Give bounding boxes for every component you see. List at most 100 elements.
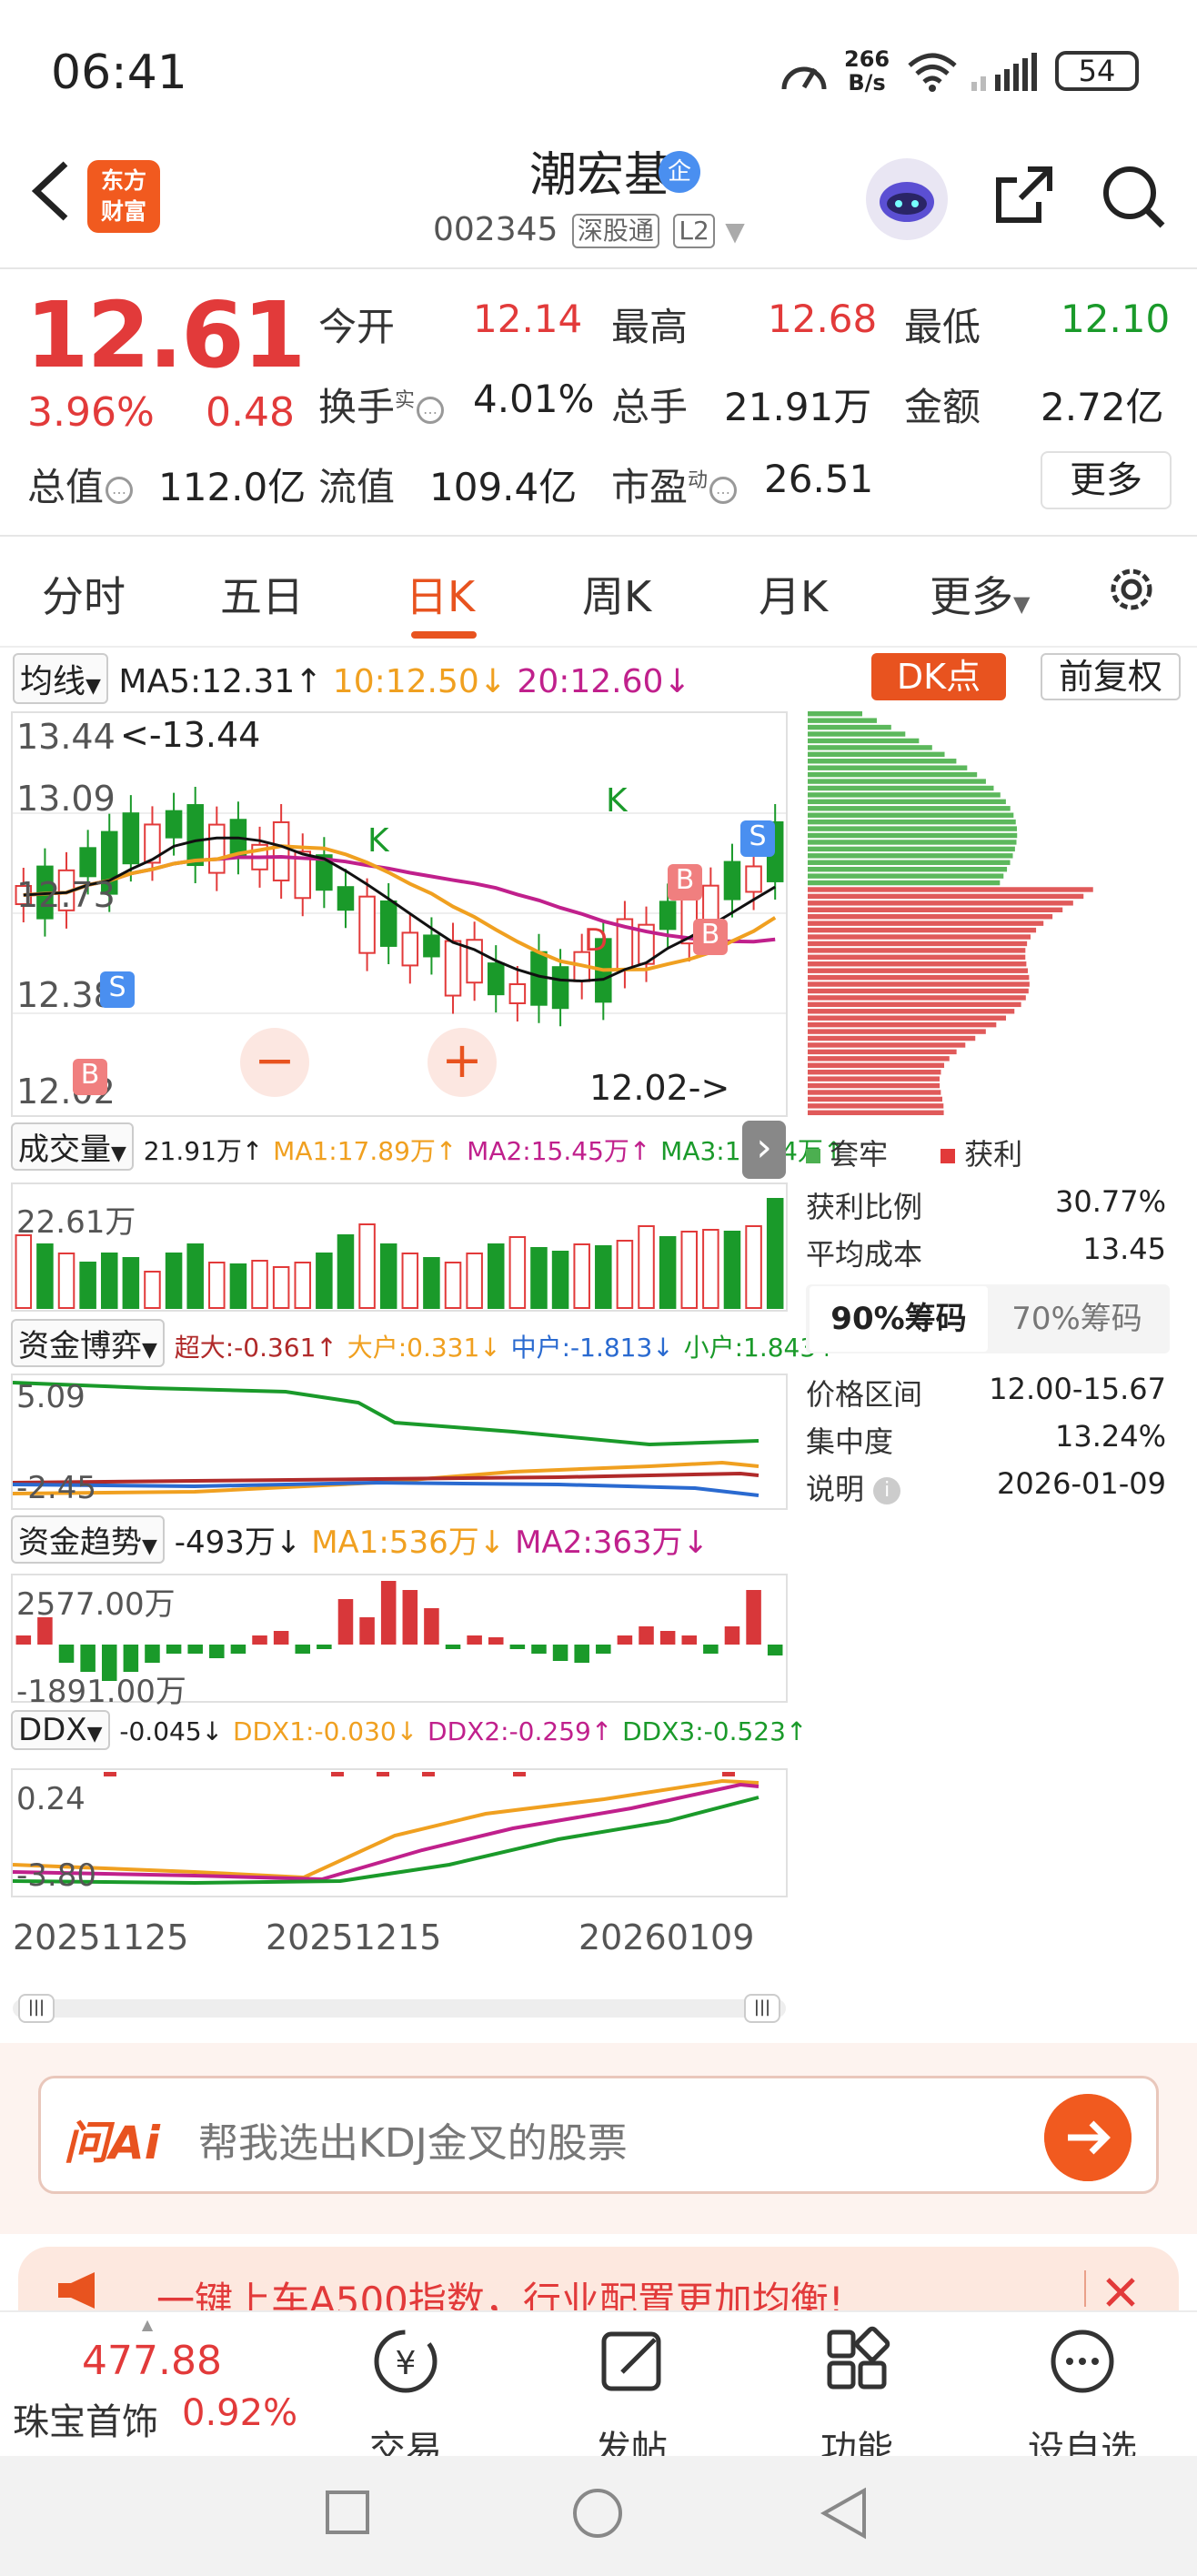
home-icon[interactable] <box>571 2487 624 2540</box>
volume-bar <box>100 1253 118 1309</box>
chevron-down-icon: ▼ <box>725 216 745 247</box>
chip-bar-trapped <box>808 860 1011 865</box>
fund-trend-bar <box>317 1645 332 1649</box>
forward-adjust-button[interactable]: 前复权 <box>1041 653 1181 700</box>
fund-trend-bar <box>724 1626 740 1645</box>
tab-five-day[interactable]: 五日 <box>220 564 304 624</box>
fund-trend-bar: 资金趋势▼ -493万↓ MA1:536万↓ MA2:363万↓ <box>11 1515 709 1564</box>
chip-bar-profit <box>808 1042 966 1048</box>
scroll-handle-left[interactable]: ||| <box>18 1994 55 2023</box>
post-edit-icon[interactable] <box>540 2321 722 2403</box>
fund-trend-chart: 2577.00万 -1891.00万 <box>11 1574 788 1710</box>
ai-robot-avatar[interactable] <box>866 158 948 240</box>
volume-bar <box>251 1260 268 1309</box>
avg-cost-value: 13.45 <box>1082 1232 1166 1266</box>
level2-tag: L2 <box>673 214 715 248</box>
tab-monthly-k[interactable]: 月K <box>759 564 828 624</box>
ddx3-value: DDX3:-0.523↑ <box>622 1716 808 1746</box>
ai-prompt-text[interactable]: 帮我选出KDJ金叉的股票 <box>198 2110 628 2168</box>
volume-bar <box>595 1245 612 1309</box>
signal-b[interactable]: B <box>73 1059 107 1095</box>
quote-divider <box>0 535 1197 537</box>
tab-intraday[interactable]: 分时 <box>42 564 126 624</box>
ma-bar: 均线▼ MA5:12.31↑ 10:12.50↓ 20:12.60↓ <box>13 653 691 704</box>
share-icon[interactable] <box>991 162 1057 227</box>
tab-chip-70[interactable]: 70%筹码 <box>988 1286 1166 1352</box>
turnover-label: 换手实… <box>318 377 446 432</box>
sector-name[interactable]: 珠宝首饰 <box>13 2392 158 2445</box>
fund-trend-bar <box>424 1608 439 1645</box>
signal-s[interactable]: S <box>740 820 775 857</box>
y-axis-2: 13.09 <box>16 779 116 819</box>
chip-bar-profit <box>808 1029 986 1034</box>
signal-s[interactable]: S <box>100 971 135 1008</box>
candle <box>444 940 462 997</box>
chip-bar-profit <box>808 974 1030 981</box>
stock-name: 潮宏基 <box>528 148 671 203</box>
chip-bar-trapped <box>808 806 1011 811</box>
tabs-divider <box>0 646 1197 648</box>
fund-trend-bar <box>488 1637 504 1645</box>
arrow-right-icon[interactable] <box>1044 2094 1132 2181</box>
zoom-in-button[interactable]: + <box>428 1028 497 1097</box>
more-dots-icon[interactable] <box>991 2321 1173 2403</box>
volume-bar <box>294 1262 312 1309</box>
scroll-handle-right[interactable]: ||| <box>744 1994 780 2023</box>
amount-label: 金额 <box>904 385 981 429</box>
candle <box>165 810 183 839</box>
volume-y-top: 22.61万 <box>16 1204 136 1241</box>
status-time: 06:41 <box>51 45 187 100</box>
profit-ratio-label: 获利比例 <box>806 1190 923 1224</box>
volume-bar <box>423 1257 440 1309</box>
fund-trend-bar <box>659 1631 676 1645</box>
close-icon[interactable] <box>1104 2276 1137 2309</box>
chip-bar-profit <box>808 1082 940 1089</box>
volume-bar <box>680 1231 699 1309</box>
fund-game-selector[interactable]: 资金博弈▼ <box>11 1319 165 1367</box>
gear-icon[interactable] <box>1102 560 1161 619</box>
candle <box>423 934 440 958</box>
search-icon[interactable] <box>1099 162 1168 231</box>
fund-trend-selector[interactable]: 资金趋势▼ <box>11 1515 165 1564</box>
sector-index-value[interactable]: 477.88 <box>82 2338 222 2384</box>
tab-daily-k[interactable]: 日K <box>406 564 475 624</box>
tab-weekly-k[interactable]: 周K <box>582 564 651 624</box>
chip-bar-trapped <box>808 724 891 730</box>
dk-point-button[interactable]: DK点 <box>871 653 1006 700</box>
ddx-value: -0.045↓ <box>119 1716 224 1746</box>
trade-icon[interactable]: ¥ <box>315 2321 497 2403</box>
signal-b[interactable]: B <box>693 919 728 955</box>
chip-bar-trapped <box>808 711 862 717</box>
volume-bar <box>379 1243 397 1309</box>
ddx2-value: DDX2:-0.259↑ <box>428 1716 613 1746</box>
chip-bar-profit <box>808 961 1027 967</box>
fund-trend-bar <box>552 1645 568 1661</box>
ma-selector[interactable]: 均线▼ <box>13 653 108 704</box>
mktcap-label: 总值… <box>27 457 135 512</box>
recent-apps-icon[interactable] <box>324 2489 371 2536</box>
zoom-out-button[interactable]: − <box>240 1028 309 1097</box>
function-grid-icon[interactable] <box>766 2321 948 2403</box>
mktcap-value: 112.0亿 <box>158 465 307 509</box>
back-triangle-icon[interactable] <box>819 2487 870 2540</box>
ma20-value: 20:12.60↓ <box>517 663 691 700</box>
more-quote-button[interactable]: 更多 <box>1041 451 1172 509</box>
chip-bar-profit <box>808 1090 941 1095</box>
fund-trend-bar <box>252 1635 267 1645</box>
speed-icon <box>781 66 827 90</box>
tab-more[interactable]: 更多▼ <box>930 564 1030 624</box>
chip-bar-profit <box>808 1021 997 1028</box>
volume-selector[interactable]: 成交量▼ <box>11 1122 134 1171</box>
expand-arrow-button[interactable]: › <box>742 1121 786 1179</box>
signal-b[interactable]: B <box>668 864 702 901</box>
back-arrow-icon[interactable] <box>24 155 78 227</box>
chip-bar-profit <box>808 887 1093 892</box>
kline-chart[interactable]: 13.44 <-13.44 13.09 12.73 12.38 12.02 12… <box>11 711 788 1117</box>
range-scrollbar[interactable]: ||| ||| <box>13 1994 786 2023</box>
amount-value: 2.72亿 <box>1041 385 1164 429</box>
tab-chip-90[interactable]: 90%筹码 <box>810 1286 988 1352</box>
volume-bar <box>573 1243 590 1309</box>
note-label: 说明 i <box>806 1466 901 1508</box>
stock-code-row[interactable]: 002345 深股通 L2 ▼ <box>433 211 745 248</box>
ddx-selector[interactable]: DDX▼ <box>11 1710 110 1750</box>
